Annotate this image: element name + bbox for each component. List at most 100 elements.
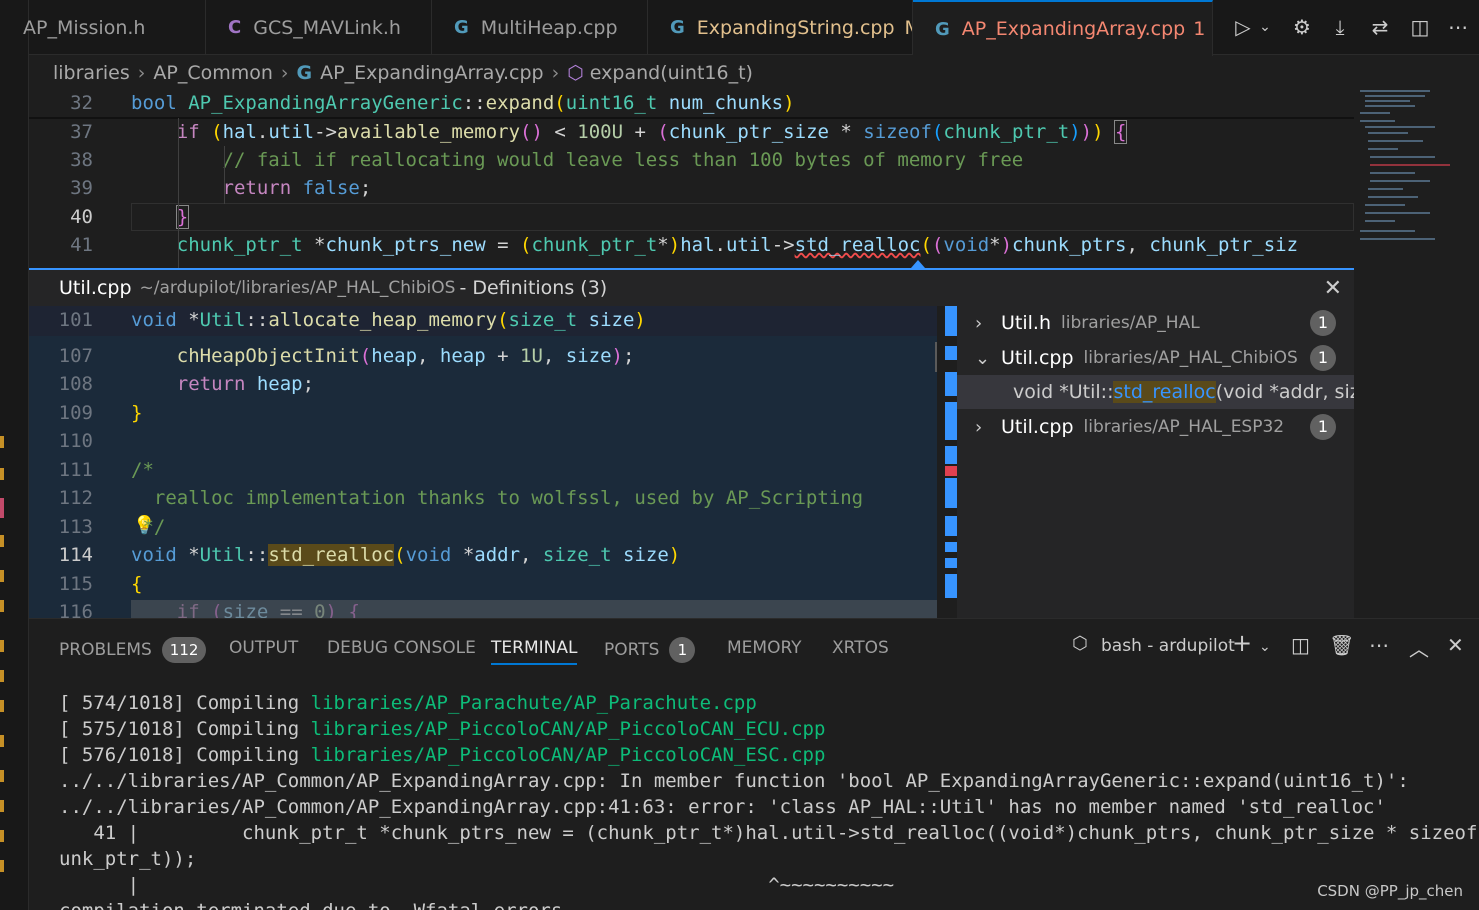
line-number: 112: [58, 487, 93, 509]
code-line[interactable]: {: [131, 570, 142, 598]
peek-title: - Definitions (3): [459, 277, 608, 299]
chevron-right-icon: ›: [975, 312, 983, 334]
panel-tabs: PROBLEMS 112 OUTPUT DEBUG CONSOLE TERMINA…: [29, 619, 1479, 675]
chevron-down-icon[interactable]: ⌄: [1256, 14, 1274, 40]
breadcrumb: libraries › AP_Common › G AP_ExpandingAr…: [29, 56, 1359, 90]
code-line[interactable]: // fail if reallocating would leave less…: [131, 146, 1024, 174]
tab-terminal[interactable]: TERMINAL: [491, 637, 578, 665]
line-number: 101: [58, 309, 93, 331]
terminal-line: compilation terminated due to -Wfatal-er…: [59, 898, 574, 910]
tab-debug-console[interactable]: DEBUG CONSOLE: [327, 637, 476, 665]
split-terminal-icon[interactable]: ◫: [1291, 633, 1310, 657]
tab-label: AP_Mission.h: [23, 16, 146, 39]
terminal-name[interactable]: bash - ardupilot: [1101, 636, 1235, 656]
maximize-panel-icon[interactable]: ︿: [1409, 633, 1429, 662]
gutter-marker: [0, 830, 4, 842]
reference-group[interactable]: › Util.cpp libraries/AP_HAL_ESP32 1: [957, 410, 1354, 444]
gutter-marker: [0, 700, 4, 712]
chevron-down-icon: ⌄: [975, 347, 991, 369]
tab-label: GCS_MAVLink.h: [253, 16, 401, 39]
left-gutter-strip: [0, 0, 29, 910]
reference-group[interactable]: › Util.h libraries/AP_HAL 1: [957, 306, 1354, 340]
close-icon[interactable]: ✕: [1324, 276, 1342, 301]
editor-tab-bar: AP_Mission.h C GCS_MAVLink.h G MultiHeap…: [23, 0, 1479, 56]
code-line[interactable]: if (hal.util->available_memory() < 100U …: [131, 118, 1128, 146]
new-terminal-icon[interactable]: +: [1232, 629, 1252, 657]
reference-count-badge: 1: [1310, 345, 1336, 371]
chevron-right-icon: ›: [975, 416, 983, 438]
code-line[interactable]: realloc implementation thanks to wolfssl…: [131, 484, 863, 512]
cpp-file-icon: G: [670, 17, 685, 38]
settings-icon[interactable]: ⚙: [1289, 14, 1315, 40]
tab-memory[interactable]: MEMORY: [727, 637, 802, 665]
reference-group[interactable]: ⌄ Util.cpp libraries/AP_HAL_ChibiOS 1: [957, 341, 1354, 375]
line-number: 108: [58, 373, 93, 395]
terminal-line: | ^~~~~~~~~~~: [59, 874, 895, 896]
trash-icon[interactable]: 🗑: [1329, 633, 1354, 657]
line-number: 111: [58, 459, 93, 481]
tab-label: ExpandingString.cpp: [696, 16, 895, 39]
breadcrumb-item[interactable]: AP_ExpandingArray.cpp: [320, 62, 543, 84]
code-line[interactable]: chunk_ptr_t *chunk_ptrs_new = (chunk_ptr…: [131, 231, 1354, 259]
tab-xrtos[interactable]: XRTOS: [832, 637, 889, 665]
indent-guide: [178, 118, 179, 268]
tab-problems[interactable]: PROBLEMS 112: [59, 637, 207, 665]
code-line[interactable]: return false;: [131, 174, 372, 202]
chevron-right-icon: ›: [137, 62, 146, 84]
tab-multiheap[interactable]: G MultiHeap.cpp: [432, 0, 648, 55]
match-prefix: void *Util::: [1013, 381, 1114, 403]
code-line[interactable]: chHeapObjectInit(heap, heap + 1U, size);: [131, 342, 635, 370]
breadcrumb-item[interactable]: libraries: [53, 62, 130, 84]
tab-ap-mission[interactable]: AP_Mission.h: [23, 0, 206, 55]
minimap[interactable]: [1360, 90, 1460, 250]
peek-overview-ruler: [945, 306, 957, 606]
line-number: 115: [58, 573, 93, 595]
cpp-file-icon: G: [454, 17, 469, 38]
reference-file-path: libraries/AP_HAL: [1061, 313, 1200, 333]
code-line[interactable]: bool AP_ExpandingArrayGeneric::expand(ui…: [131, 89, 795, 117]
run-debug-icon[interactable]: ▷: [1228, 14, 1258, 40]
code-line[interactable]: void *Util::std_realloc(void *addr, size…: [131, 541, 680, 569]
watermark: CSDN @PP_jp_chen: [1317, 882, 1463, 900]
code-line[interactable]: return heap;: [131, 370, 314, 398]
peek-editor[interactable]: 101 void *Util::allocate_heap_memory(siz…: [29, 306, 937, 618]
gutter-marker: [0, 640, 4, 652]
tab-ap-expandingarray[interactable]: G AP_ExpandingArray.cpp 1: [913, 0, 1213, 56]
match-suffix: (void *addr, size_t s: [1215, 381, 1354, 403]
vscode-window: AP_Mission.h C GCS_MAVLink.h G MultiHeap…: [0, 0, 1479, 910]
line-number: 41: [70, 234, 93, 256]
more-icon[interactable]: ⋯: [1369, 633, 1389, 657]
reference-match[interactable]: void *Util:: std_realloc (void *addr, si…: [957, 375, 1354, 409]
gutter-marker: [0, 535, 4, 547]
code-line[interactable]: }: [131, 399, 142, 427]
code-line[interactable]: /*: [131, 456, 154, 484]
compare-icon[interactable]: ⇄: [1367, 14, 1393, 40]
breadcrumb-item[interactable]: expand(uint16_t): [590, 62, 753, 84]
breadcrumb-item[interactable]: AP_Common: [153, 62, 273, 84]
peek-scrollbar[interactable]: [935, 342, 937, 372]
tab-output[interactable]: OUTPUT: [229, 637, 298, 665]
horizontal-scrollbar[interactable]: [131, 600, 937, 618]
split-editor-icon[interactable]: ◫: [1407, 14, 1433, 40]
code-line[interactable]: }: [131, 203, 190, 231]
chevron-down-icon[interactable]: ⌄: [1259, 639, 1271, 655]
terminal-line: unk_ptr_t));: [59, 848, 197, 870]
chevron-right-icon: ›: [280, 62, 289, 84]
tab-label: PROBLEMS: [59, 640, 152, 660]
indent-guide: [224, 146, 225, 204]
code-line[interactable]: void *Util::allocate_heap_memory(size_t …: [131, 306, 646, 334]
tab-ports[interactable]: PORTS 1: [604, 637, 696, 665]
more-icon[interactable]: ⋯: [1445, 14, 1471, 40]
tab-label: MultiHeap.cpp: [480, 16, 618, 39]
code-line[interactable]: */: [131, 513, 165, 541]
tab-gcs-mavlink[interactable]: C GCS_MAVLink.h: [206, 0, 432, 55]
tab-label: OUTPUT: [229, 638, 299, 658]
peek-file-name[interactable]: Util.cpp: [59, 277, 132, 299]
terminal-line: 41 | chunk_ptr_t *chunk_ptrs_new = (chun…: [59, 822, 1479, 844]
gutter-marker: [0, 670, 4, 682]
line-number: 116: [58, 601, 93, 618]
tab-expandingstring[interactable]: G ExpandingString.cpp M: [648, 0, 913, 55]
tab-label: MEMORY: [727, 638, 802, 658]
close-panel-icon[interactable]: ✕: [1447, 633, 1464, 657]
download-icon[interactable]: ⤓: [1327, 14, 1353, 40]
